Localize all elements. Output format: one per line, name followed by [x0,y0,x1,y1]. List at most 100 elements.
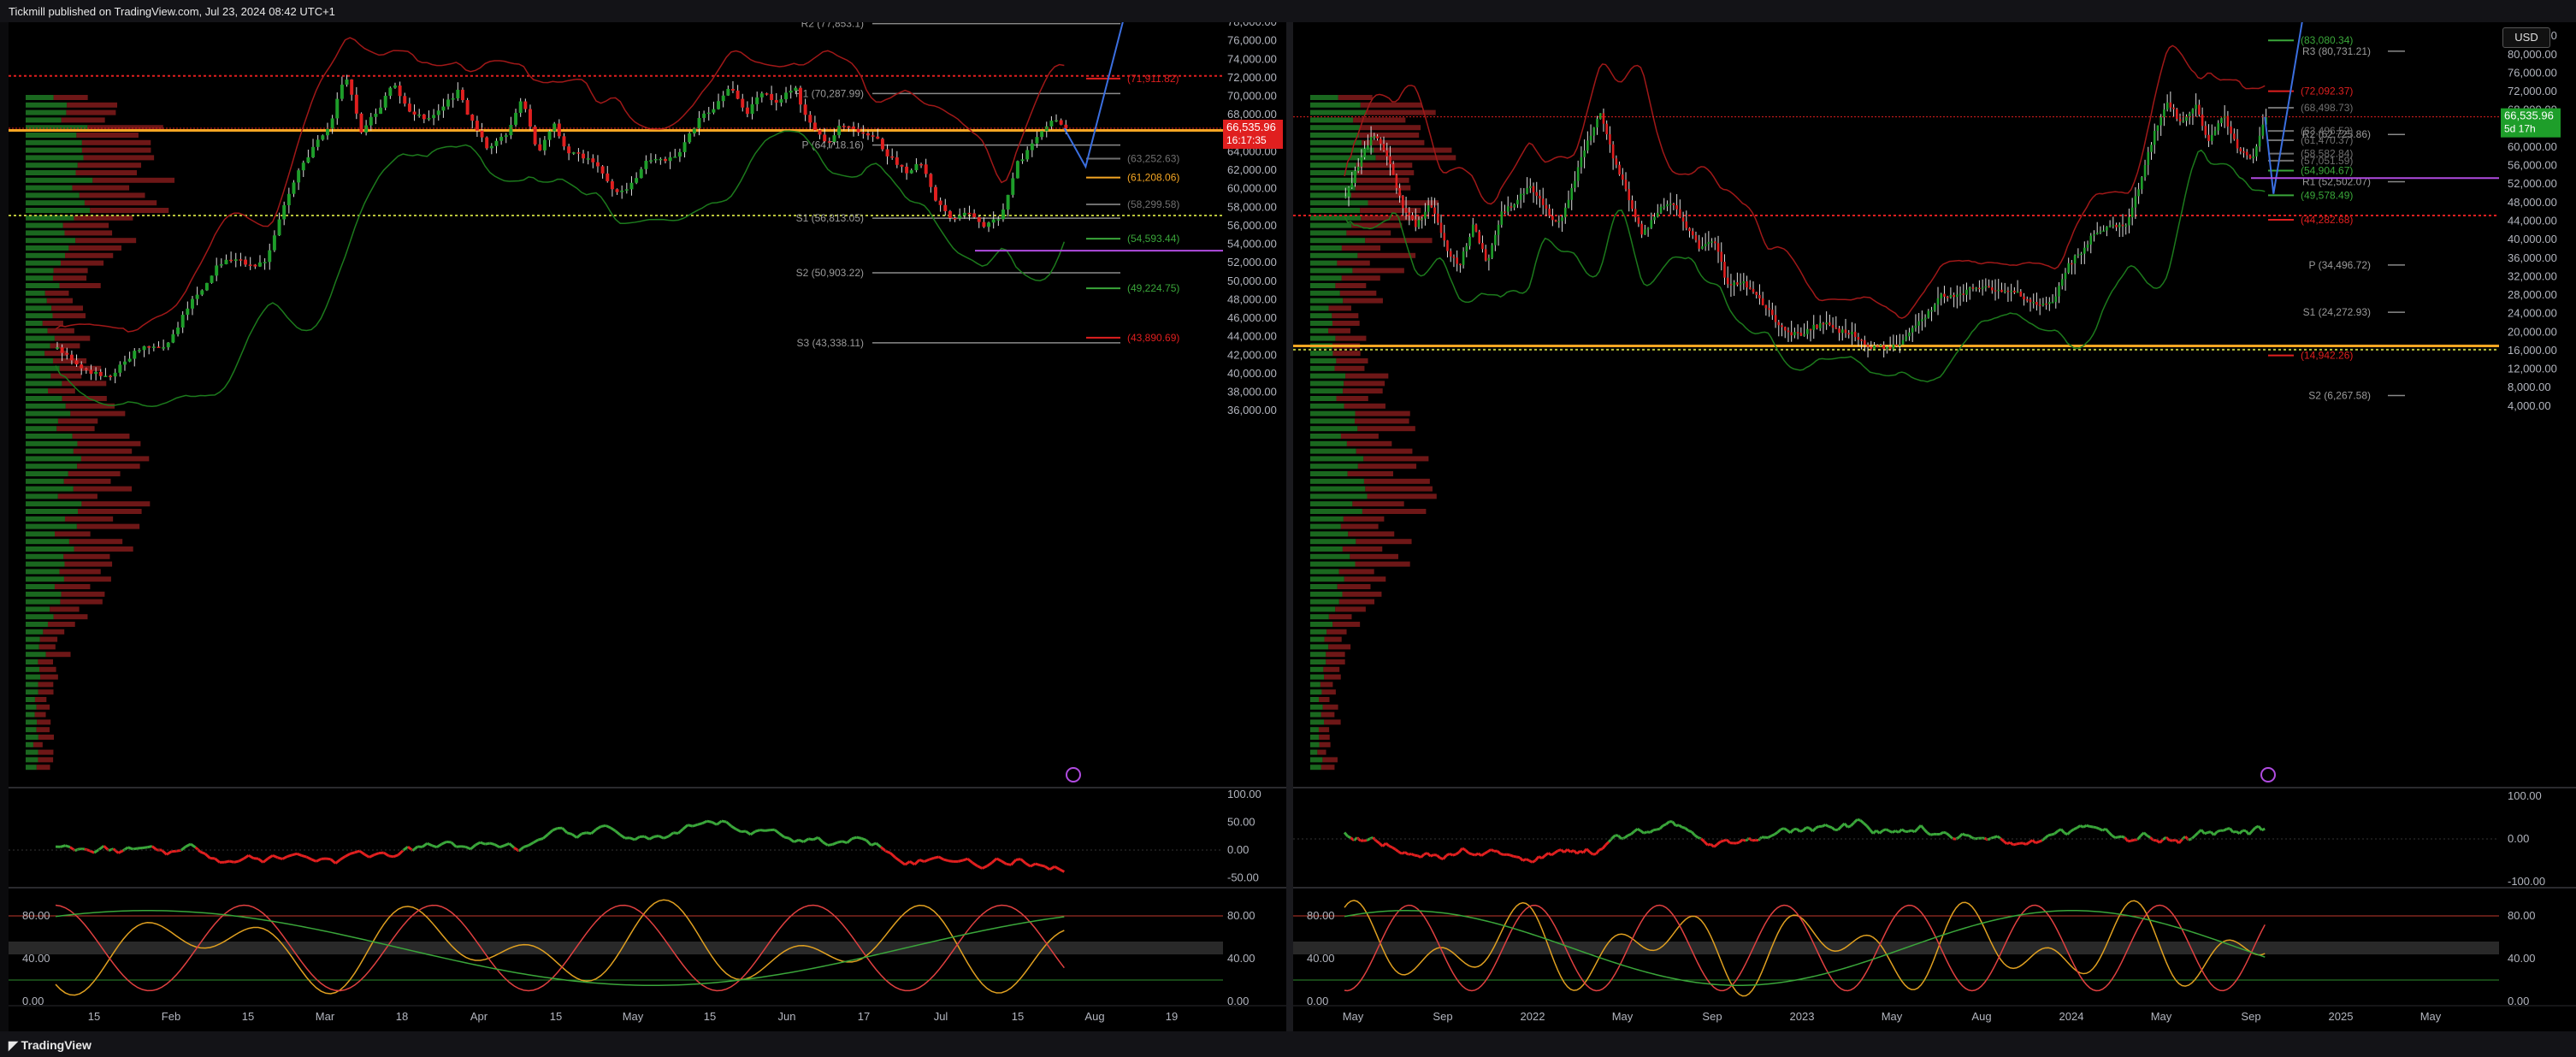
oscillator-line [388,854,394,859]
volume-bar-up [1310,283,1336,288]
oscillator-line [1513,854,1517,859]
oscillator-line [1043,865,1051,871]
candle-body [2051,302,2054,304]
candle-body [2045,303,2047,305]
candle-body [2195,104,2197,109]
oscillator-line [1735,841,1740,845]
volume-bar-down [1363,478,1430,484]
oscillator-line [1811,827,1817,832]
oscillator-line [2086,824,2090,828]
oscillator-line [725,820,732,828]
currency-button[interactable]: USD [2502,27,2550,48]
oscillator-line [817,836,824,843]
candle-body [94,371,98,375]
candle-body [832,135,836,142]
candle-body [2032,302,2035,304]
oscillator-line [697,822,703,826]
time-tick: Jun [778,1010,796,1023]
oscillator-line [1585,847,1591,853]
oscillator-line [2134,838,2138,841]
volume-bar-up [1310,471,1348,476]
price-tick: 32,000.00 [2508,269,2557,282]
oscillator-line [1394,847,1400,853]
volume-bar-down [45,652,71,658]
oscillator-tick: 100.00 [2508,789,2542,802]
candle-body [567,146,571,154]
candle-body [1953,294,1955,298]
candle-body [1733,282,1735,286]
candle-body [2153,131,2156,145]
volume-bar-down [65,403,115,409]
candle-body [2163,109,2165,118]
oscillator-line [1776,828,1782,834]
candle-body [321,135,325,140]
volume-bar-up [26,440,78,446]
volume-bar-down [1347,471,1393,476]
oscillator-line [2159,838,2165,844]
candle-body [547,131,552,140]
volume-bar-down [1367,493,1437,499]
volume-bar-down [56,426,95,432]
volume-bar-up [1310,735,1320,740]
candle-body [1663,206,1666,208]
oscillator-line [1942,830,1947,835]
volume-bar-down [1360,125,1421,131]
volume-bar-up [1310,170,1357,175]
oscillator-line [369,853,375,859]
candle-body [1783,327,1787,331]
volume-bar-down [1356,162,1413,168]
volume-bar-up [1310,351,1333,357]
oscillator-line [2146,834,2151,839]
volume-bar-up [1310,418,1356,424]
price-tick: 76,000.00 [1227,34,1277,47]
candle-body [1818,322,1822,328]
volume-bar-down [1344,381,1385,387]
candle-body [799,87,802,105]
oscillator-line [1426,852,1432,858]
oscillator-line [1636,828,1642,832]
oscillator-line [2047,833,2053,837]
oscillator-line [1506,853,1510,857]
left-chart-canvas[interactable]: R2 (77,853.1)R1 (70,287.99)P (64,718.16)… [9,15,1286,1031]
right-chart-panel[interactable]: R3 (80,731.21) R2 (62,725.86) R1 (52,502.0… [1293,0,2576,1031]
candle-body [345,79,349,85]
volume-bar-up [26,727,37,733]
candle-body [847,126,851,128]
price-tick: 12,000.00 [2508,363,2557,375]
price-tick: 16,000.00 [2508,344,2557,357]
volume-bar-up [26,622,48,627]
candle-body [475,121,479,131]
candle-body [991,219,996,223]
time-tick: Feb [162,1010,180,1023]
oscillator-line [919,859,925,863]
candle-body [2102,230,2105,233]
candle-body [1481,243,1484,250]
oscillator-line [1001,859,1007,865]
candle-body [1430,205,1433,208]
candle-body [1748,287,1752,290]
candle-body [398,86,402,97]
candle-body [1551,216,1554,221]
left-chart-panel[interactable]: R2 (77,853.1) R1 (70,287.99) P (64,718.16)… [9,15,1286,1031]
volume-bar-up [1310,704,1323,710]
candle-body [2029,299,2032,303]
volume-bar-down [53,614,88,620]
candle-body [1796,332,1799,334]
volume-bar-up [1310,381,1344,387]
candle-body [1965,289,1968,295]
panel-divider[interactable] [1286,22,1293,1031]
volume-bar-up [26,313,53,319]
oscillator-line [1521,858,1527,862]
candle-body [1857,337,1860,340]
candle-body [1576,167,1580,181]
oscillator-line [802,837,810,843]
time-tick: 19 [1166,1010,1178,1023]
candle-body [151,346,156,348]
volume-bar-up [26,298,47,304]
candle-body [403,96,407,104]
volume-bar-down [1320,682,1333,688]
volume-bar-down [1346,230,1391,236]
volume-bar-up [26,712,35,717]
volume-bar-down [1317,749,1326,755]
right-chart-canvas[interactable]: R3 (80,731.21)R2 (62,725.86)R1 (52,502.0… [1293,0,2576,1031]
